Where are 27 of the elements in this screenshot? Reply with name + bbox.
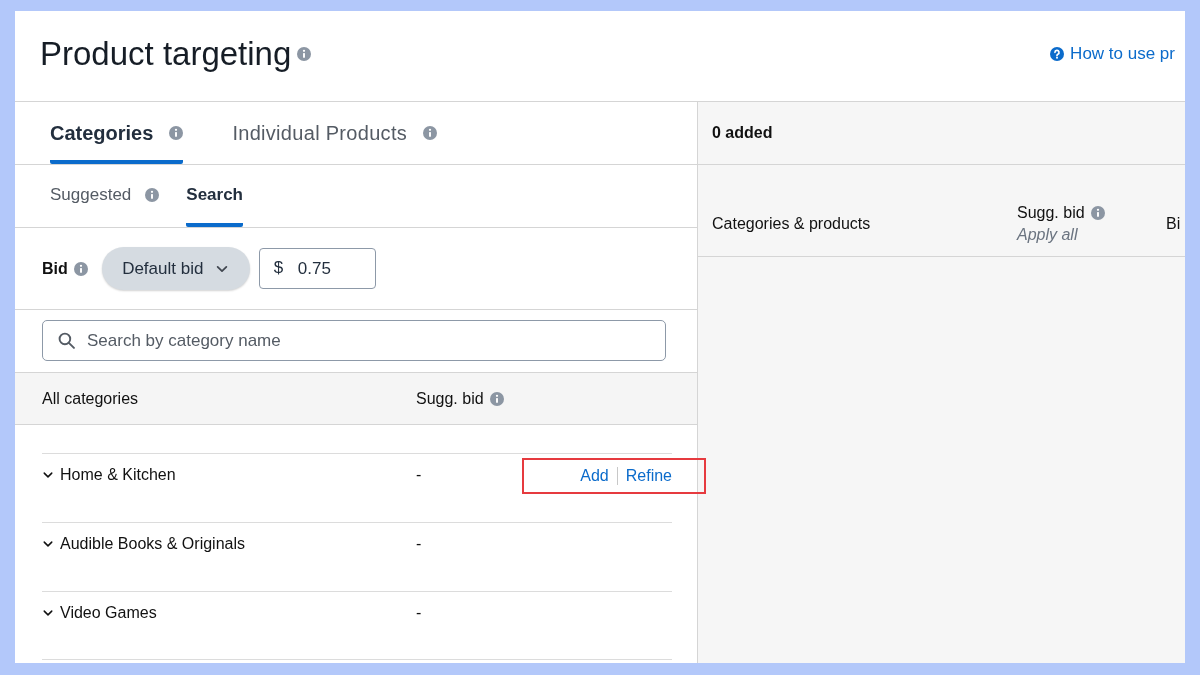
search-field[interactable]: Search by category name (42, 320, 666, 361)
search-icon (58, 332, 75, 349)
bid-label: Bid (42, 259, 68, 278)
bid-type-dropdown[interactable]: Default bid (101, 247, 250, 290)
sub-tab[interactable]: Search (186, 165, 243, 227)
column-header: Categories & products (712, 214, 871, 233)
table-cell: - (416, 466, 422, 483)
sub-tab[interactable]: Suggested (50, 165, 160, 227)
column-header: Sugg. bid (416, 389, 484, 408)
currency-symbol: $ (273, 258, 284, 278)
table-cell: - (416, 604, 422, 621)
page-title: Product targeting (40, 35, 292, 73)
category-name: Home & Kitchen (60, 466, 176, 484)
column-header: Bi (1166, 214, 1181, 233)
column-header: Sugg. bid (1017, 203, 1085, 222)
added-count: 0 added (712, 124, 773, 142)
tab[interactable]: Individual Products (232, 102, 438, 164)
add-link[interactable]: Add (580, 467, 609, 485)
category-name: Video Games (60, 604, 157, 622)
refine-link[interactable]: Refine (625, 467, 672, 485)
help-link[interactable]: How to use pr (1050, 44, 1175, 64)
column-header: All categories (42, 389, 139, 408)
apply-all-link[interactable]: Apply all (1017, 225, 1166, 244)
category-name: Audible Books & Originals (60, 535, 245, 553)
help-icon (1050, 47, 1065, 61)
tab[interactable]: Categories (50, 102, 184, 164)
table-cell: - (416, 535, 422, 552)
